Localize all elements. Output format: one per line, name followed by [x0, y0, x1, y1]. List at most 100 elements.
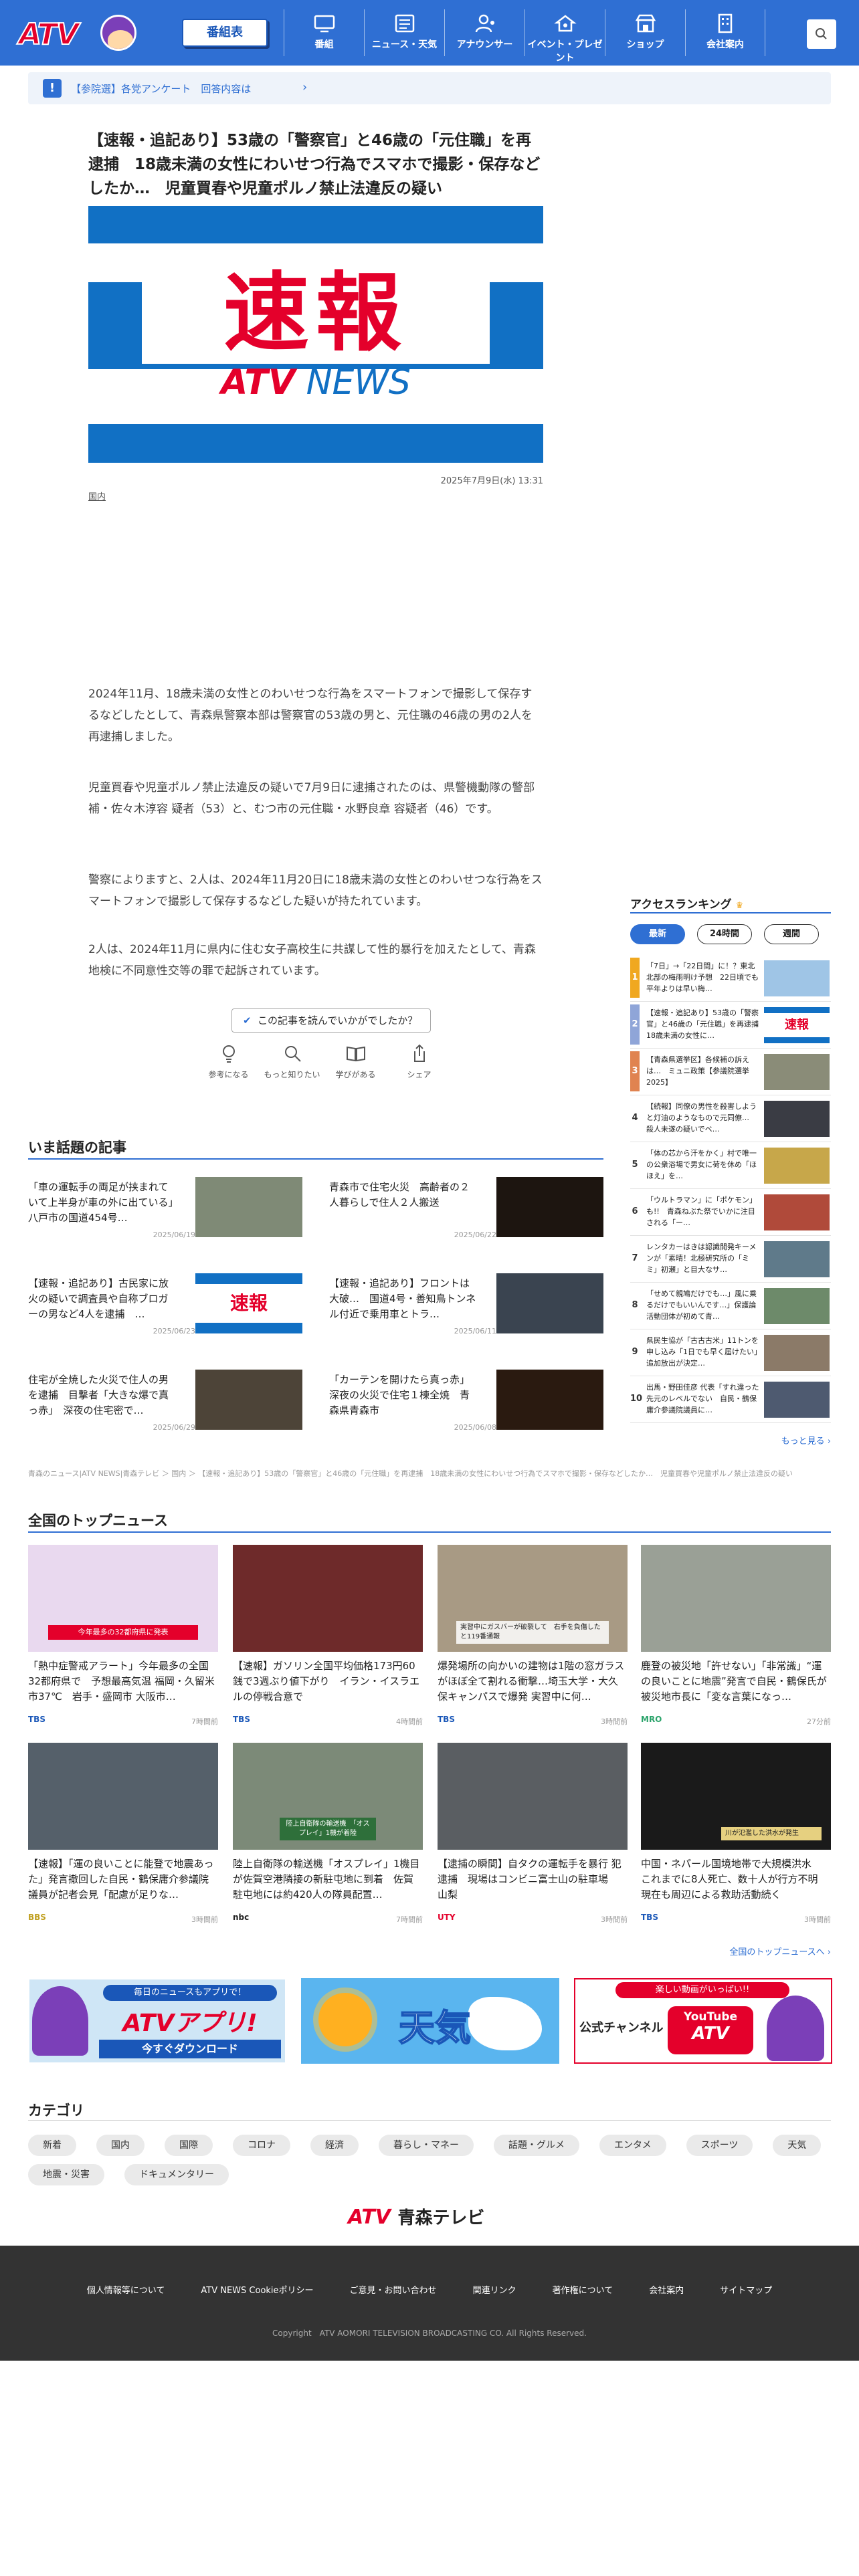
category-chip[interactable]: 経済	[310, 2135, 359, 2156]
category-chip[interactable]: コロナ	[233, 2135, 290, 2156]
nav-item-news-weather[interactable]: ニュース・天気	[364, 9, 444, 56]
top-news-item[interactable]: 【逮捕の瞬間】自タクの運転手を暴行 犯逮捕 現場はコンビニ富士山の駐車場 山梨 …	[438, 1743, 628, 1924]
nav-item-company[interactable]: 会社案内	[685, 9, 765, 56]
top-news-item[interactable]: 実習中にガスバーが破裂して 右手を負傷した と119番通報 爆発場所の向かいの建…	[438, 1545, 628, 1726]
category-chip[interactable]: スポーツ	[686, 2135, 753, 2156]
footer-logo-a: ATV	[348, 2206, 391, 2229]
category-chip[interactable]: 天気	[773, 2135, 822, 2156]
nav-item-shop[interactable]: ショップ	[605, 9, 685, 56]
youtube-banner[interactable]: 楽しい動画がいっぱい!! 公式チャンネル YouTube ATV	[574, 1978, 832, 2064]
feedback-question[interactable]: ✔ この記事を読んでいかがでしたか？	[231, 1008, 431, 1033]
footer-logo[interactable]: ATV 青森テレビ	[348, 2204, 511, 2229]
news-source: TBS	[233, 1715, 250, 1724]
search-icon	[816, 28, 827, 39]
tab-weekly[interactable]: 週間	[764, 924, 819, 944]
top-news-heading: 全国のトップニュース	[28, 1513, 168, 1529]
hot-topic-item[interactable]: 「車の運転手の両足が挟まれていて上半身が車の外に出ている」八戸市の国道454号……	[28, 1177, 304, 1241]
ranking-item[interactable]: 5 「体の芯から汗をかく」村で唯一の公衆浴場で男女に荷を休め「ほほえ」を…	[630, 1145, 831, 1189]
category-chip[interactable]: 国内	[96, 2135, 145, 2156]
chevron-right-icon: ›	[302, 80, 308, 94]
ranking-item[interactable]: 10 出馬・野田佳彦 代表「すれ違った先元のレベルでない 自民・鶴保庸介参議院議…	[630, 1379, 831, 1423]
ranking-title: 【速報・追記あり】53歳の「警察官」と46歳の「元住職」を再逮捕 18歳未満の女…	[646, 1008, 766, 1040]
app-download-banner[interactable]: 毎日のニュースもアプリで！ ATVアプリ! 今すぐダウンロード	[28, 1978, 286, 2064]
ranking-item[interactable]: 2 【速報・追記あり】53歳の「警察官」と46歳の「元住職」を再逮捕 18歳未満…	[630, 1004, 831, 1049]
ranking-item[interactable]: 1 「7日」→「22日間」に！？東北北部の梅雨明け予想 22日頃でも平年よりは早…	[630, 958, 831, 1002]
ranking-item[interactable]: 9 県民生協が「古古古米」11トンを申し込み「1日でも早く届けたい」 追加放出が…	[630, 1332, 831, 1376]
ranking-thumbnail: 速報	[764, 1007, 830, 1043]
ranking-item[interactable]: 3 【青森県選挙区】各候補の訴えは… ミュニ政策【参議院選挙2025】	[630, 1051, 831, 1095]
site-logo[interactable]: ATV	[18, 12, 139, 53]
tab-24h[interactable]: 24時間	[697, 924, 752, 944]
nav-item-events[interactable]: イベント・プレゼント	[524, 9, 605, 64]
rank-number: 5	[632, 1160, 638, 1170]
category-chip[interactable]: 新着	[28, 2135, 76, 2156]
top-news-more-link[interactable]: 全国のトップニュースへ ›	[669, 1945, 831, 1957]
weather-banner[interactable]: 天気	[301, 1978, 559, 2064]
ranking-item[interactable]: 8 「せめて親鳩だけでも…」風に乗るだけでもいいんです…」保護論活動団体が初めて…	[630, 1285, 831, 1329]
news-time: 3時間前	[804, 1915, 831, 1924]
hot-topic-thumbnail: 速報	[195, 1273, 302, 1333]
footer-link[interactable]: 会社案内	[649, 2283, 684, 2296]
footer-link[interactable]: ご意見・お問い合わせ	[350, 2283, 437, 2296]
top-news-item[interactable]: 今年最多の32都府県に発表 「熱中症警戒アラート」今年最多の全国32都府県で 予…	[28, 1545, 218, 1726]
ranking-item[interactable]: 4 【続報】同僚の男性を殺害しようと灯油のようなもので元同僚… 殺人未遂の疑いで…	[630, 1098, 831, 1142]
section-divider	[28, 1158, 603, 1160]
hot-topic-item[interactable]: 【速報・追記あり】フロントは大破… 国道4号・善知鳥トンネル付近で乗用車とトラ……	[329, 1273, 605, 1337]
category-chip[interactable]: 暮らし・マネー	[379, 2135, 474, 2156]
hero-headline: 速報	[229, 1292, 268, 1314]
article-category-link[interactable]: 国内	[88, 490, 106, 502]
hero-brand-b: NEWS	[306, 362, 411, 403]
footer-link[interactable]: サイトマップ	[720, 2283, 772, 2296]
top-news-item[interactable]: 陸上自衛隊の輸送機 「オスプレイ」1機が着陸 陸上自衛隊の輸送機「オスプレイ」1…	[233, 1743, 423, 1924]
program-schedule-button[interactable]: 番組表	[182, 19, 268, 47]
news-source: TBS	[438, 1715, 455, 1724]
ranking-thumbnail	[764, 1054, 830, 1090]
footer-link[interactable]: 関連リンク	[473, 2283, 516, 2296]
hot-topic-item[interactable]: 青森市で住宅火災 高齢者の２人暮らしで住人２人搬送 2025/06/22	[329, 1177, 605, 1241]
article-paragraph: 2人は、2024年11月に県内に住む女子高校生に共謀して性的暴行を加えたとして、…	[88, 943, 536, 978]
reaction-learn-button[interactable]: 学びがある	[324, 1043, 387, 1080]
hero-brand-a: ATV	[221, 362, 296, 403]
ranking-title: 「7日」→「22日間」に！？東北北部の梅雨明け予想 22日頃でも平年よりは早い梅…	[646, 962, 759, 993]
nav-label: ニュース・天気	[371, 39, 438, 50]
category-chip[interactable]: ドキュメンタリー	[124, 2164, 229, 2185]
search-button[interactable]	[807, 19, 836, 49]
news-source: nbc	[233, 1913, 250, 1922]
section-divider	[630, 912, 831, 914]
ranking-item[interactable]: 6 「ウルトラマン」に「ポケモン」も!! 青森ねぶた祭でいかに注目される「ー…	[630, 1192, 831, 1236]
hot-topic-item[interactable]: 住宅が全焼した火災で住人の男を逮捕 目撃者「大きな爆で真っ赤」 深夜の住宅密で……	[28, 1370, 304, 1434]
news-time: 4時間前	[396, 1717, 423, 1726]
nav-item-programs[interactable]: 番組	[284, 9, 364, 56]
top-news-title: 中国・ネパール国境地帯で大規模洪水 これまでに8人死亡、数十人が行方不明 現在も…	[641, 1858, 828, 1901]
news-time: 7時間前	[396, 1915, 423, 1924]
nav-label: 番組	[314, 39, 334, 50]
hot-topic-title: 「カーテンを開けたら真っ赤」深夜の火災で住宅１棟全焼 青森県青森市	[329, 1374, 470, 1416]
top-news-item[interactable]: 川が氾濫した洪水が発生 中国・ネパール国境地帯で大規模洪水 これまでに8人死亡、…	[641, 1743, 831, 1924]
top-news-item[interactable]: 【速報】「運の良いことに能登で地震あった」発言撤回した自民・鶴保庸介参議院議員が…	[28, 1743, 218, 1924]
category-chip[interactable]: 国際	[165, 2135, 213, 2156]
top-news-item[interactable]: 【速報】ガソリン全国平均価格173円60銭で3週ぶり値下がり イラン・イスラエル…	[233, 1545, 423, 1726]
ranking-more-link[interactable]: もっと見る ›	[736, 1434, 831, 1446]
footer-link[interactable]: 個人情報等について	[87, 2283, 165, 2296]
category-chip[interactable]: エンタメ	[599, 2135, 666, 2156]
reaction-useful-button[interactable]: 参考になる	[197, 1043, 260, 1080]
tab-latest[interactable]: 最新	[630, 924, 685, 944]
category-chip[interactable]: 地震・災害	[28, 2164, 104, 2185]
share-button[interactable]: シェア	[387, 1043, 451, 1080]
news-source: MRO	[641, 1715, 662, 1724]
category-chip[interactable]: 話題・グルメ	[494, 2135, 579, 2156]
nav-label: アナウンサー	[456, 39, 513, 50]
alert-icon: !	[43, 79, 62, 98]
footer-link[interactable]: ATV NEWS Cookieポリシー	[201, 2283, 313, 2296]
footer-link[interactable]: 著作権について	[553, 2283, 613, 2296]
news-source: BBS	[28, 1913, 46, 1922]
nav-item-announcers[interactable]: アナウンサー	[444, 9, 524, 56]
hot-topic-item[interactable]: 【速報・追記あり】古民家に放火の疑いで調査員や自称ブロガーの男など4人を逮捕 ……	[28, 1273, 304, 1337]
breadcrumb[interactable]: 青森のニュース|ATV NEWS|青森テレビ ＞ 国内 ＞ 【速報・追記あり】5…	[28, 1469, 831, 1479]
ranking-thumbnail	[764, 1241, 830, 1277]
hot-topic-item[interactable]: 「カーテンを開けたら真っ赤」深夜の火災で住宅１棟全焼 青森県青森市 2025/0…	[329, 1370, 605, 1434]
survey-banner[interactable]: ! 【参院選】各党アンケート 回答内容は ›	[28, 72, 831, 104]
ranking-item[interactable]: 7 レンタカーはきは認識開発キーメンが「素晴！北極研究所の「ミミ」初瀬」と目大な…	[630, 1239, 831, 1283]
reaction-more-button[interactable]: もっと知りたい	[260, 1043, 324, 1080]
top-news-item[interactable]: 鹿登の被災地「許せない」「非常識」“運の良いことに地震”発言で自民・鶴保氏が被災…	[641, 1545, 831, 1726]
